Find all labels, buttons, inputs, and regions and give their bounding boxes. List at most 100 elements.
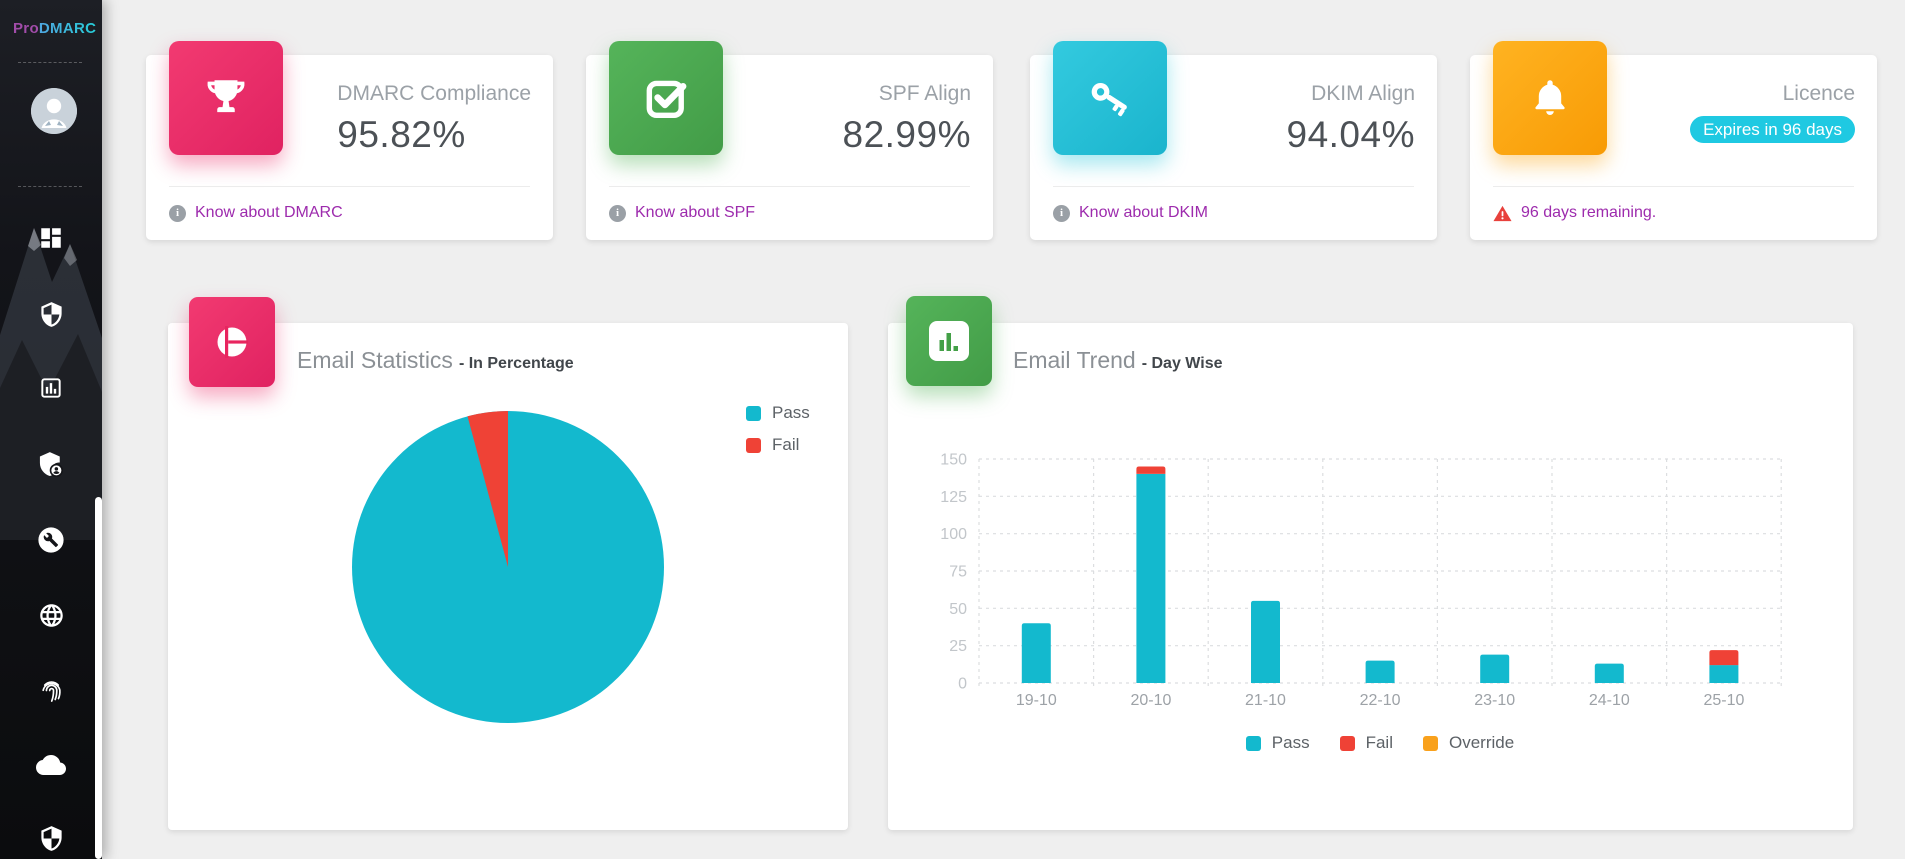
sidebar-scrollbar-thumb[interactable] — [95, 497, 102, 859]
email-statistics-title: Email Statistics - In Percentage — [297, 347, 574, 374]
bar-fail-20-10[interactable] — [1136, 466, 1165, 473]
licence-footer-link[interactable]: 96 days remaining. — [1493, 199, 1656, 227]
pie-legend-item-fail[interactable]: Fail — [746, 435, 810, 455]
dmarc-card: DMARC Compliance95.82%iKnow about DMARC — [146, 55, 553, 240]
bar-pass-25-10[interactable] — [1709, 665, 1738, 683]
trend-legend-item-fail[interactable]: Fail — [1340, 733, 1393, 753]
y-axis-tick-label: 100 — [940, 526, 967, 543]
dkim-footer-link[interactable]: i Know about DKIM — [1053, 199, 1208, 227]
cloud-upload-icon — [36, 750, 66, 780]
warning-icon — [1493, 205, 1512, 222]
fingerprint-icon — [38, 677, 65, 704]
card-divider — [609, 186, 970, 187]
sidebar-item-tools[interactable] — [0, 514, 102, 566]
subtitle-text: - In Percentage — [459, 355, 574, 372]
bar-pass-23-10[interactable] — [1480, 655, 1509, 683]
sidebar-item-reports[interactable] — [0, 362, 102, 414]
spf-label: SPF Align — [879, 82, 971, 106]
subtitle-text: - Day Wise — [1142, 355, 1223, 372]
sidebar-item-upload[interactable] — [0, 739, 102, 791]
sidebar-divider — [18, 186, 82, 187]
title-text: Email Trend — [1013, 347, 1136, 373]
bar-pass-20-10[interactable] — [1136, 474, 1165, 683]
info-icon: i — [609, 205, 626, 222]
bar-fail-25-10[interactable] — [1709, 650, 1738, 665]
bar-pass-22-10[interactable] — [1366, 661, 1395, 683]
dashboard-page: ProDMARC DMARC Compliance95.82%iKnow abo… — [0, 0, 1905, 859]
dmarc-footer-text: Know about DMARC — [195, 204, 343, 222]
legend-swatch — [746, 406, 761, 421]
trophy-icon — [169, 41, 283, 155]
pie-legend: Pass Fail — [746, 403, 810, 455]
user-avatar-image — [31, 88, 77, 134]
legend-label: Pass — [772, 403, 810, 423]
sidebar-item-identity[interactable] — [0, 664, 102, 716]
x-axis-tick-label: 22-10 — [1360, 692, 1401, 709]
bar-chart-tile-icon — [906, 296, 992, 386]
key-icon — [1053, 41, 1167, 155]
dkim-card: DKIM Align 94.04% i Know about DKIM — [1030, 55, 1437, 240]
brand-pro: Pro — [13, 20, 39, 37]
bar-pass-24-10[interactable] — [1595, 664, 1624, 683]
sidebar-item-email-protection[interactable] — [0, 439, 102, 491]
legend-swatch — [1423, 736, 1438, 751]
info-icon: i — [1053, 205, 1070, 222]
brand-logo[interactable]: ProDMARC — [13, 20, 96, 37]
pie-legend-item-pass[interactable]: Pass — [746, 403, 810, 423]
y-axis-tick-label: 75 — [949, 564, 967, 581]
licence-footer-text: 96 days remaining. — [1521, 204, 1656, 222]
sidebar-item-dashboard[interactable] — [0, 212, 102, 264]
y-axis-tick-label: 25 — [949, 638, 967, 655]
card-divider — [1493, 186, 1854, 187]
email-statistics-pie-chart[interactable] — [352, 411, 664, 723]
y-axis-tick-label: 0 — [958, 676, 967, 693]
brand-name: DMARC — [39, 20, 96, 37]
trend-legend: Pass Fail Override — [979, 733, 1781, 753]
bar-chart-icon — [38, 375, 64, 401]
dkim-label: DKIM Align — [1311, 82, 1415, 106]
dmarc-value: 95.82% — [337, 115, 466, 155]
spf-footer-text: Know about SPF — [635, 204, 755, 222]
info-icon: i — [169, 205, 186, 222]
sidebar-item-defense[interactable] — [0, 812, 102, 859]
spf-footer-link[interactable]: i Know about SPF — [609, 199, 755, 227]
sidebar-item-domains[interactable] — [0, 589, 102, 641]
x-axis-tick-label: 25-10 — [1703, 692, 1744, 709]
sidebar: ProDMARC — [0, 0, 102, 859]
dashboard-icon — [38, 225, 64, 251]
avatar[interactable] — [31, 88, 77, 134]
dkim-value: 94.04% — [1287, 115, 1416, 155]
bar-pass-19-10[interactable] — [1022, 623, 1051, 683]
x-axis-tick-label: 20-10 — [1130, 692, 1171, 709]
dkim-footer-text: Know about DKIM — [1079, 204, 1208, 222]
x-axis-tick-label: 21-10 — [1245, 692, 1286, 709]
legend-label: Override — [1449, 733, 1514, 753]
legend-label: Fail — [772, 435, 799, 455]
email-trend-title: Email Trend - Day Wise — [1013, 347, 1223, 374]
legend-label: Fail — [1366, 733, 1393, 753]
dmarc-footer-link[interactable]: i Know about DMARC — [169, 199, 343, 227]
legend-label: Pass — [1272, 733, 1310, 753]
shield-half-icon — [38, 825, 65, 852]
check-square-icon — [609, 41, 723, 155]
legend-swatch — [1246, 736, 1261, 751]
legend-swatch — [746, 438, 761, 453]
title-text: Email Statistics — [297, 347, 453, 373]
bar-pass-21-10[interactable] — [1251, 601, 1280, 683]
wrench-circle-icon — [37, 526, 65, 554]
shield-half-icon — [38, 301, 65, 328]
bell-icon — [1493, 41, 1607, 155]
email-trend-bar-chart[interactable]: 025507510012515019-1020-1021-1022-1023-1… — [930, 440, 1810, 720]
spf-card: SPF Align 82.99% i Know about SPF — [586, 55, 993, 240]
globe-icon — [38, 602, 65, 629]
trend-legend-item-override[interactable]: Override — [1423, 733, 1514, 753]
y-axis-tick-label: 125 — [940, 489, 967, 506]
licence-expiry-badge: Expires in 96 days — [1690, 116, 1855, 143]
spf-value: 82.99% — [843, 115, 972, 155]
sidebar-item-security[interactable] — [0, 288, 102, 340]
y-axis-tick-label: 150 — [940, 452, 967, 469]
card-divider — [1053, 186, 1414, 187]
x-axis-tick-label: 24-10 — [1589, 692, 1630, 709]
trend-legend-item-pass[interactable]: Pass — [1246, 733, 1310, 753]
licence-card: LicenceExpires in 96 days96 days remaini… — [1470, 55, 1877, 240]
